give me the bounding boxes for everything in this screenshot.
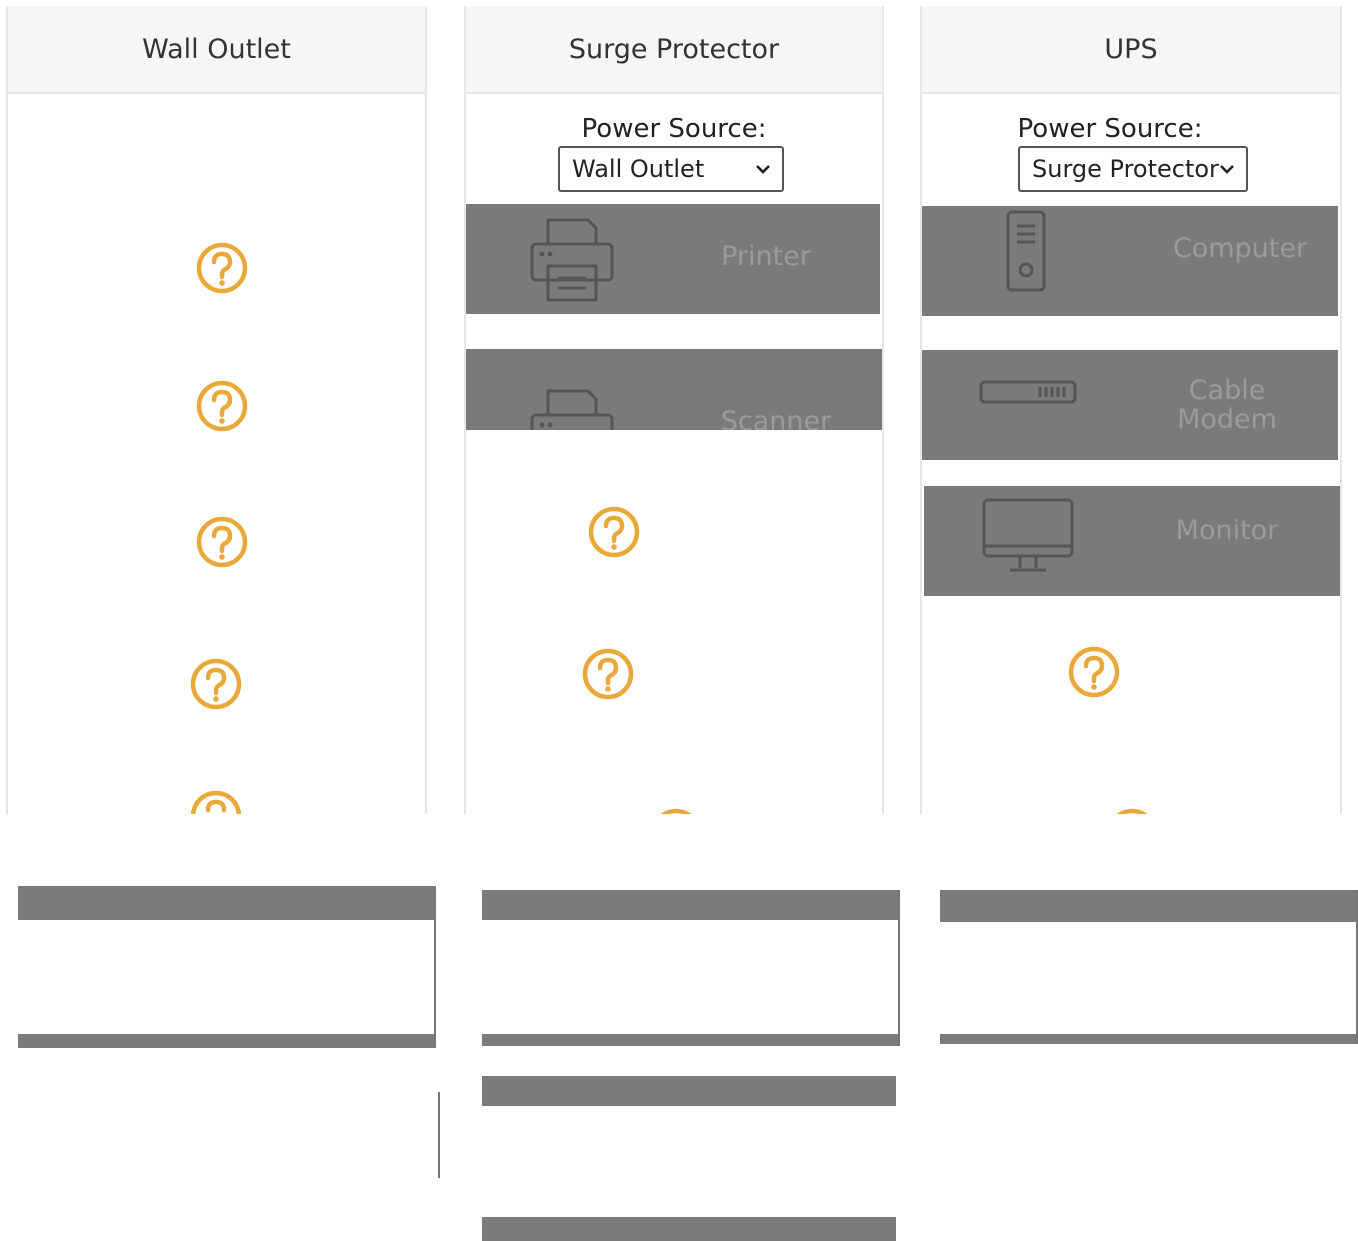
question-icon[interactable]: [580, 646, 636, 702]
question-icon[interactable]: [1066, 644, 1122, 700]
device-tile-cable-modem[interactable]: Cable Modem: [922, 350, 1338, 460]
device-label: Computer: [1172, 233, 1308, 264]
power-source-value: Surge Protector: [1032, 155, 1219, 183]
empty-panel: [20, 1092, 440, 1178]
question-icon[interactable]: [188, 788, 244, 814]
ups-column: UPS Power Source: Surge Protector Comput…: [920, 6, 1342, 814]
surge-protector-header: Surge Protector: [466, 6, 882, 94]
chevron-down-icon: [756, 165, 770, 174]
computer-tower-icon: [1006, 210, 1046, 292]
power-source-select[interactable]: Surge Protector: [1018, 146, 1248, 192]
power-source-label: Power Source:: [581, 114, 767, 144]
drop-slot[interactable]: [482, 890, 900, 1046]
ups-header: UPS: [922, 6, 1340, 94]
monitor-icon: [982, 498, 1074, 572]
question-icon[interactable]: [194, 240, 250, 296]
wall-outlet-column: Wall Outlet: [6, 6, 427, 814]
chevron-down-icon: [1220, 165, 1234, 174]
device-label: Printer: [721, 241, 811, 272]
drop-slot[interactable]: [18, 886, 436, 1048]
device-label: Monitor: [1175, 515, 1279, 546]
surge-protector-column: Surge Protector Power Source: Wall Outle…: [464, 6, 884, 814]
device-tile-scanner[interactable]: Scanner: [466, 349, 882, 430]
drop-slot[interactable]: [482, 1076, 896, 1241]
cable-modem-icon: [979, 380, 1077, 404]
surge-protector-title: Surge Protector: [568, 33, 780, 65]
question-icon[interactable]: [194, 378, 250, 434]
drop-slot[interactable]: [940, 890, 1358, 1044]
device-label: Cable Modem: [1177, 375, 1277, 435]
device-tile-computer[interactable]: Computer: [922, 206, 1338, 316]
question-icon[interactable]: [1104, 806, 1160, 814]
question-icon[interactable]: [586, 504, 642, 560]
power-source-label: Power Source:: [1017, 114, 1203, 144]
power-source-value: Wall Outlet: [572, 155, 705, 183]
question-icon[interactable]: [648, 806, 704, 814]
power-source-select[interactable]: Wall Outlet: [558, 146, 784, 192]
wall-outlet-header: Wall Outlet: [8, 6, 425, 94]
question-icon[interactable]: [188, 656, 244, 712]
device-tile-monitor[interactable]: Monitor: [924, 486, 1340, 596]
device-label: Scanner: [720, 406, 832, 430]
device-tile-printer[interactable]: Printer: [466, 204, 880, 314]
question-icon[interactable]: [194, 514, 250, 570]
scanner-icon: [530, 389, 614, 430]
wall-outlet-title: Wall Outlet: [142, 33, 291, 65]
printer-icon: [530, 218, 614, 302]
ups-title: UPS: [1104, 33, 1158, 65]
